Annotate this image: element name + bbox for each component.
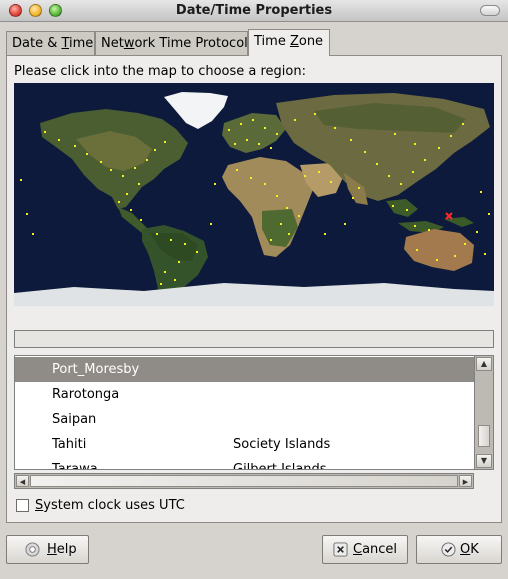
scroll-right-button[interactable]: ▶ [459, 475, 472, 487]
cancel-x-icon [333, 542, 348, 557]
tab-network-time-protocol[interactable]: Network Time Protocol [95, 31, 248, 55]
tab-date-time[interactable]: Date & Time [6, 31, 95, 55]
help-lifebuoy-icon [25, 542, 40, 557]
list-item[interactable]: Saipan [15, 407, 474, 432]
map-instruction: Please click into the map to choose a re… [14, 64, 306, 79]
horizontal-scroll-thumb[interactable] [30, 475, 458, 487]
ok-checkmark-icon [441, 542, 456, 557]
toolbar-toggle-button[interactable] [480, 5, 500, 16]
scroll-up-button[interactable]: ▲ [476, 357, 492, 371]
help-button-label: Help [47, 542, 77, 557]
help-button[interactable]: Help [6, 535, 89, 564]
list-item[interactable]: Rarotonga [15, 382, 474, 407]
timezone-name: Tarawa [52, 462, 98, 470]
list-horizontal-scrollbar[interactable]: ◀ ▶ [14, 473, 474, 489]
timezone-comment: Gilbert Islands [233, 462, 327, 470]
timezone-name: Tahiti [52, 437, 87, 452]
ok-button[interactable]: OK [416, 535, 502, 564]
title-bar: Date/Time Properties [0, 0, 508, 22]
timezone-name: Port_Moresby [52, 362, 140, 377]
list-vertical-scrollbar[interactable]: ▲ ▼ [474, 355, 494, 470]
timezone-name: Rarotonga [52, 387, 120, 402]
tab-time-zone[interactable]: Time Zone [248, 29, 330, 56]
scroll-down-button[interactable]: ▼ [476, 454, 492, 468]
list-item[interactable]: Tahiti Society Islands [15, 432, 474, 457]
tab-ntp-label: Network Time Protocol [101, 36, 248, 51]
selected-timezone-field [14, 330, 494, 348]
cancel-button-label: Cancel [353, 542, 398, 557]
list-item[interactable]: Tarawa Gilbert Islands [15, 457, 474, 470]
scroll-left-button[interactable]: ◀ [16, 475, 29, 487]
tab-time-zone-label: Time Zone [254, 34, 324, 49]
world-map[interactable] [14, 83, 494, 306]
list-item[interactable]: Port_Moresby [15, 357, 474, 382]
timezone-list[interactable]: Port_Moresby Rarotonga Saipan Tahiti Soc… [14, 355, 474, 470]
window-title: Date/Time Properties [175, 3, 333, 18]
ok-button-label: OK [460, 542, 479, 557]
cancel-button[interactable]: Cancel [322, 535, 408, 564]
timezone-name: Saipan [52, 412, 97, 427]
timezone-comment: Society Islands [233, 437, 331, 452]
utc-checkbox-label[interactable]: System clock uses UTC [35, 498, 185, 513]
vertical-scroll-thumb[interactable] [478, 425, 490, 447]
tab-date-time-label: Date & Time [12, 36, 94, 51]
utc-checkbox[interactable] [16, 499, 29, 512]
world-map-image [14, 83, 494, 306]
